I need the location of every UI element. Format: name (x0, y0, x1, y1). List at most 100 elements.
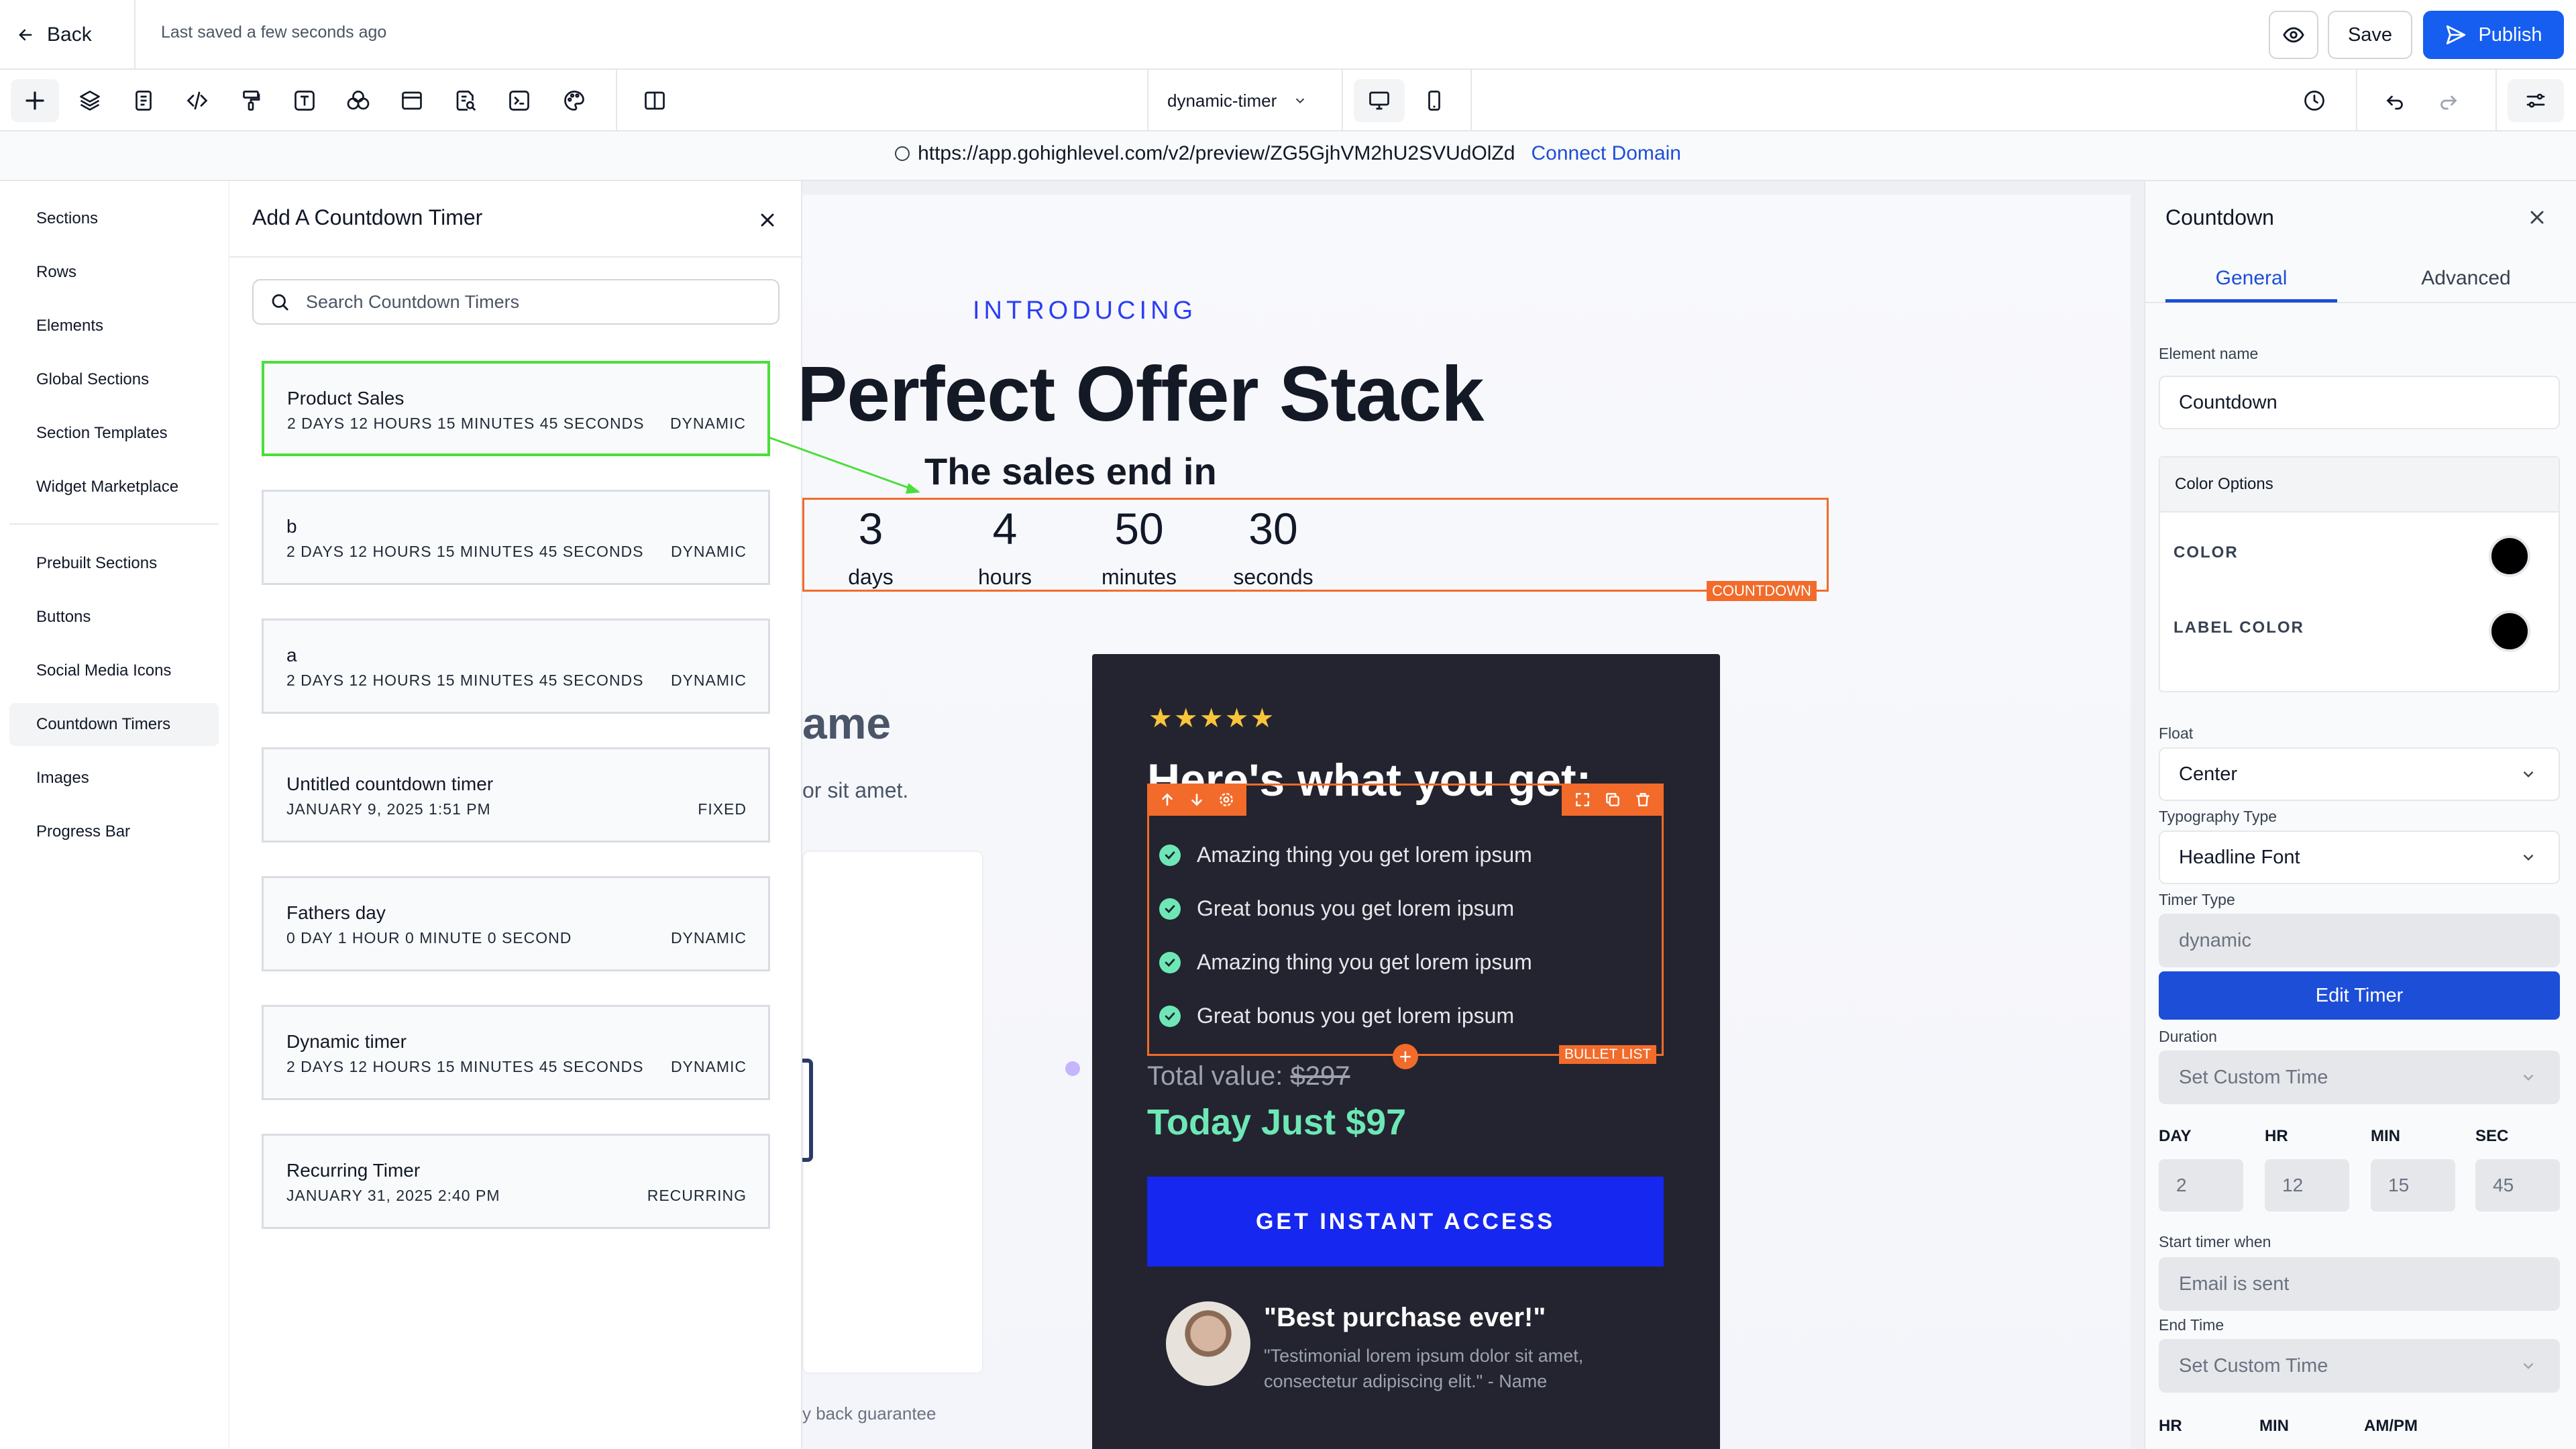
page-select-value: dynamic-timer (1167, 90, 1277, 111)
close-icon[interactable] (754, 207, 781, 233)
timer-duration: JANUARY 9, 2025 1:51 PM (286, 800, 491, 818)
nav-item-images[interactable]: Images (9, 757, 219, 800)
nav-item-buttons[interactable]: Buttons (9, 596, 219, 639)
edit-timer-button[interactable]: Edit Timer (2159, 971, 2560, 1020)
arrow-up-icon[interactable] (1159, 791, 1176, 808)
left-column-card[interactable] (802, 851, 983, 1374)
bullet-list-element-tag: BULLET LIST (1559, 1045, 1657, 1064)
timer-type-field: dynamic (2159, 914, 2560, 967)
nav-item-progress-bar[interactable]: Progress Bar (9, 810, 219, 853)
paint-roller-icon[interactable] (233, 83, 268, 118)
min-label: MIN (2371, 1127, 2400, 1145)
sales-end-heading[interactable]: The sales end in (924, 449, 1217, 493)
color-options-header[interactable]: Color Options (2160, 458, 2559, 513)
bullet-item[interactable]: Great bonus you get lorem ipsum (1159, 896, 1514, 921)
testimonial-title[interactable]: "Best purchase ever!" (1264, 1303, 1546, 1333)
terminal-icon[interactable] (502, 83, 537, 118)
bullet-item[interactable]: Amazing thing you get lorem ipsum (1159, 843, 1532, 867)
nav-item-rows[interactable]: Rows (9, 251, 219, 294)
code-icon[interactable] (180, 83, 215, 118)
testimonial-text[interactable]: "Testimonial lorem ipsum dolor sit amet,… (1264, 1343, 1666, 1394)
timer-card-untitled[interactable]: Untitled countdown timer JANUARY 9, 2025… (262, 747, 770, 843)
desktop-icon[interactable] (1362, 83, 1397, 118)
tab-general[interactable]: General (2165, 267, 2337, 290)
tab-advanced[interactable]: Advanced (2380, 267, 2552, 290)
chevron-down-icon (2520, 1069, 2537, 1086)
partial-heading[interactable]: ame (802, 698, 891, 749)
layers-icon[interactable] (72, 83, 107, 118)
element-name-field[interactable]: Countdown (2159, 376, 2560, 429)
arrow-down-icon[interactable] (1188, 791, 1205, 808)
nav-item-social-media-icons[interactable]: Social Media Icons (9, 649, 219, 692)
timer-card-product-sales[interactable]: Product Sales 2 DAYS 12 HOURS 15 MINUTES… (262, 361, 770, 456)
introducing-text[interactable]: INTRODUCING (973, 297, 1197, 325)
bullet-item[interactable]: Amazing thing you get lorem ipsum (1159, 950, 1532, 975)
timer-card-recurring[interactable]: Recurring Timer JANUARY 31, 2025 2:40 PM… (262, 1134, 770, 1229)
nav-item-global-sections[interactable]: Global Sections (9, 358, 219, 401)
page-heading[interactable]: Perfect Offer Stack (796, 349, 1484, 439)
timer-duration: 2 DAYS 12 HOURS 15 MINUTES 45 SECONDS (286, 672, 644, 689)
plus-icon[interactable] (17, 83, 52, 118)
gear-icon[interactable] (1218, 791, 1235, 808)
expand-icon[interactable] (1574, 791, 1591, 808)
timer-duration: 2 DAYS 12 HOURS 15 MINUTES 45 SECONDS (286, 1058, 644, 1075)
history-icon[interactable] (2297, 83, 2332, 118)
connect-domain-link[interactable]: Connect Domain (1531, 142, 1680, 165)
timer-duration: JANUARY 31, 2025 2:40 PM (286, 1187, 500, 1204)
page-select[interactable]: dynamic-timer (1167, 87, 1307, 114)
publish-button[interactable]: Publish (2423, 11, 2564, 59)
close-icon[interactable] (2524, 204, 2551, 231)
timer-card-dynamic-timer[interactable]: Dynamic timer 2 DAYS 12 HOURS 15 MINUTES… (262, 1005, 770, 1100)
undo-icon[interactable] (2377, 83, 2412, 118)
nav-item-countdown-timers[interactable]: Countdown Timers (9, 703, 219, 746)
label-color-swatch[interactable] (2489, 610, 2530, 652)
timer-card-fathers-day[interactable]: Fathers day 0 DAY 1 HOUR 0 MINUTE 0 SECO… (262, 876, 770, 971)
redo-icon[interactable] (2431, 83, 2466, 118)
drag-handle-dot[interactable] (1065, 1061, 1080, 1076)
back-button[interactable]: Back (16, 17, 92, 52)
shapes-icon[interactable] (341, 83, 376, 118)
today-price[interactable]: Today Just $97 (1147, 1102, 1406, 1143)
timer-search[interactable] (252, 279, 780, 325)
color-swatch[interactable] (2489, 535, 2530, 577)
duration-value: Set Custom Time (2179, 1066, 2328, 1088)
float-select[interactable]: Center (2159, 747, 2560, 801)
nav-item-elements[interactable]: Elements (9, 305, 219, 347)
end-time-label: End Time (2159, 1316, 2224, 1334)
get-instant-access-button[interactable]: GET INSTANT ACCESS (1147, 1177, 1664, 1267)
partial-guarantee-text[interactable]: y back guarantee (802, 1403, 936, 1424)
search-input[interactable] (306, 291, 749, 313)
search-doc-icon[interactable] (448, 83, 483, 118)
palette-icon[interactable] (557, 83, 592, 118)
duration-select: Set Custom Time (2159, 1051, 2560, 1104)
timer-name: Product Sales (287, 388, 405, 409)
save-button[interactable]: Save (2328, 11, 2412, 59)
preview-url[interactable]: https://app.gohighlevel.com/v2/preview/Z… (918, 142, 1515, 165)
timer-name: Fathers day (286, 902, 386, 923)
mobile-icon[interactable] (1417, 83, 1452, 118)
total-value-text[interactable]: Total value: $297 (1147, 1061, 1350, 1091)
typography-type-select[interactable]: Headline Font (2159, 830, 2560, 884)
page-icon[interactable] (126, 83, 161, 118)
partial-paragraph[interactable]: or sit amet. (802, 778, 908, 803)
nav-item-sections[interactable]: Sections (9, 197, 219, 240)
float-label: Float (2159, 724, 2194, 742)
bullet-item[interactable]: Great bonus you get lorem ipsum (1159, 1004, 1514, 1028)
chevron-down-icon (2520, 765, 2537, 783)
trash-icon[interactable] (1634, 791, 1652, 808)
nav-item-section-templates[interactable]: Section Templates (9, 412, 219, 455)
copy-icon[interactable] (1604, 791, 1621, 808)
check-circle-icon (1159, 951, 1181, 973)
timer-card-a[interactable]: a 2 DAYS 12 HOURS 15 MINUTES 45 SECONDS … (262, 619, 770, 714)
add-element-below-button[interactable]: + (1393, 1044, 1418, 1069)
arrow-left-icon (16, 25, 35, 44)
preview-button[interactable] (2269, 11, 2318, 59)
nav-item-widget-marketplace[interactable]: Widget Marketplace (9, 466, 219, 508)
active-tab-indicator (2165, 299, 2337, 303)
sliders-icon[interactable] (2518, 83, 2553, 118)
sidebar-toggle-icon[interactable] (637, 83, 672, 118)
layout-icon[interactable] (394, 83, 429, 118)
timer-card-b[interactable]: b 2 DAYS 12 HOURS 15 MINUTES 45 SECONDS … (262, 490, 770, 585)
text-icon[interactable] (287, 83, 322, 118)
nav-item-prebuilt-sections[interactable]: Prebuilt Sections (9, 542, 219, 585)
